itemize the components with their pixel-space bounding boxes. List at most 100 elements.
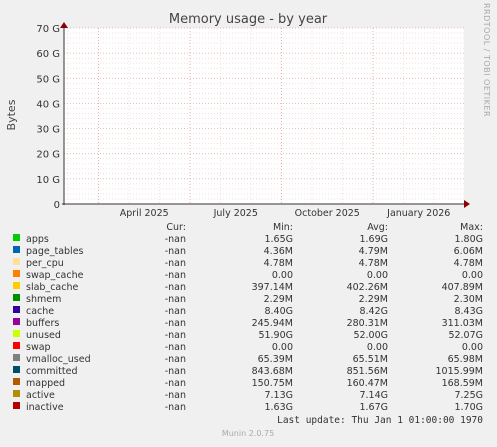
legend-value-cur: -nan (165, 402, 186, 413)
legend-series-name: per_cpu (26, 258, 64, 269)
legend-value-cur: -nan (165, 330, 186, 341)
legend-value-max: 1.80G (454, 234, 483, 245)
y-tick-label: 60 G (36, 49, 60, 60)
legend-value-max: 0.00 (462, 342, 483, 353)
legend-value-cur: -nan (165, 234, 186, 245)
legend-value-min: 245.94M (252, 318, 293, 329)
legend-value-cur: -nan (165, 342, 186, 353)
legend-value-avg: 0.00 (367, 342, 388, 353)
legend-value-max: 407.89M (442, 282, 483, 293)
legend-value-min: 1.63G (264, 402, 293, 413)
legend-value-avg: 2.29M (359, 294, 388, 305)
legend-value-max: 4.78M (454, 258, 483, 269)
x-tick-label: July 2025 (213, 208, 258, 219)
legend-series-name: inactive (26, 402, 64, 413)
legend-swatch (13, 354, 20, 361)
legend-value-max: 168.59M (442, 378, 483, 389)
legend-value-avg: 52.00G (353, 330, 388, 341)
legend-value-min: 150.75M (252, 378, 293, 389)
legend-swatch (13, 390, 20, 397)
munin-graph: Memory usage - by year Bytes RRDTOOL / T… (0, 0, 497, 443)
legend-value-avg: 65.51M (353, 354, 388, 365)
legend-value-min: 397.14M (252, 282, 293, 293)
legend-value-avg: 1.67G (359, 402, 388, 413)
legend-value-max: 7.25G (454, 390, 483, 401)
legend-header-avg: Avg: (367, 222, 388, 233)
legend-swatch (13, 378, 20, 385)
legend-value-min: 843.68M (252, 366, 293, 377)
munin-version: Munin 2.0.75 (222, 429, 274, 438)
memory-chart: Memory usage - by year Bytes RRDTOOL / T… (0, 0, 497, 443)
legend-value-cur: -nan (165, 270, 186, 281)
legend-value-avg: 160.47M (347, 378, 388, 389)
legend-value-cur: -nan (165, 354, 186, 365)
y-tick-label: 20 G (36, 150, 60, 161)
y-tick-label: 0 (54, 200, 60, 211)
legend-value-max: 311.03M (442, 318, 483, 329)
legend-swatch (13, 330, 20, 337)
legend-value-avg: 851.56M (347, 366, 388, 377)
y-tick-label: 10 G (36, 175, 60, 186)
legend-value-cur: -nan (165, 366, 186, 377)
legend-series-name: vmalloc_used (26, 354, 91, 365)
legend-value-avg: 4.78M (359, 258, 388, 269)
legend-value-max: 6.06M (454, 246, 483, 257)
legend-value-cur: -nan (165, 246, 186, 257)
legend-swatch (13, 294, 20, 301)
legend-value-min: 0.00 (272, 342, 293, 353)
legend-swatch (13, 366, 20, 373)
legend-value-max: 52.07G (448, 330, 483, 341)
legend-swatch (13, 234, 20, 241)
legend-value-cur: -nan (165, 318, 186, 329)
legend-series-name: active (26, 390, 55, 401)
legend-swatch (13, 282, 20, 289)
x-tick-label: January 2026 (386, 208, 450, 219)
legend-series-name: committed (26, 366, 78, 377)
legend-value-avg: 4.79M (359, 246, 388, 257)
legend-value-cur: -nan (165, 390, 186, 401)
rrdtool-watermark: RRDTOOL / TOBI OETIKER (482, 3, 491, 117)
x-tick-label: April 2025 (120, 208, 169, 219)
legend-swatch (13, 246, 20, 253)
legend-series-name: shmem (26, 294, 61, 305)
legend-series-name: swap_cache (26, 270, 84, 281)
legend-series-name: unused (26, 330, 61, 341)
legend-value-max: 1015.99M (436, 366, 483, 377)
legend-value-min: 0.00 (272, 270, 293, 281)
legend-header-cur: Cur: (166, 222, 186, 233)
legend-series-name: swap (26, 342, 51, 353)
legend-value-avg: 8.42G (359, 306, 388, 317)
legend-value-cur: -nan (165, 282, 186, 293)
last-update: Last update: Thu Jan 1 01:00:00 1970 (277, 415, 483, 426)
y-axis-label: Bytes (5, 99, 18, 130)
legend-value-cur: -nan (165, 294, 186, 305)
plot-area (64, 28, 464, 204)
legend-value-min: 8.40G (264, 306, 293, 317)
legend-swatch (13, 342, 20, 349)
legend-value-avg: 0.00 (367, 270, 388, 281)
legend-value-max: 0.00 (462, 270, 483, 281)
legend-series-name: buffers (26, 318, 59, 329)
legend-value-min: 4.36M (264, 246, 293, 257)
legend-series-name: cache (26, 306, 54, 317)
legend-header-max: Max: (460, 222, 483, 233)
legend-value-min: 4.78M (264, 258, 293, 269)
legend-value-max: 1.70G (454, 402, 483, 413)
legend-value-min: 65.39M (258, 354, 293, 365)
legend-value-max: 65.98M (448, 354, 483, 365)
y-tick-label: 50 G (36, 74, 60, 85)
y-tick-label: 30 G (36, 125, 60, 136)
legend-value-max: 8.43G (454, 306, 483, 317)
legend-value-avg: 280.31M (347, 318, 388, 329)
legend-value-avg: 7.14G (359, 390, 388, 401)
legend-series-name: slab_cache (26, 282, 78, 293)
legend-value-avg: 1.69G (359, 234, 388, 245)
legend-value-min: 1.65G (264, 234, 293, 245)
x-tick-label: October 2025 (295, 208, 360, 219)
legend-value-min: 7.13G (264, 390, 293, 401)
legend-swatch (13, 306, 20, 313)
legend-series-name: apps (26, 234, 49, 245)
legend-value-cur: -nan (165, 378, 186, 389)
legend-value-min: 2.29M (264, 294, 293, 305)
legend-swatch (13, 258, 20, 265)
